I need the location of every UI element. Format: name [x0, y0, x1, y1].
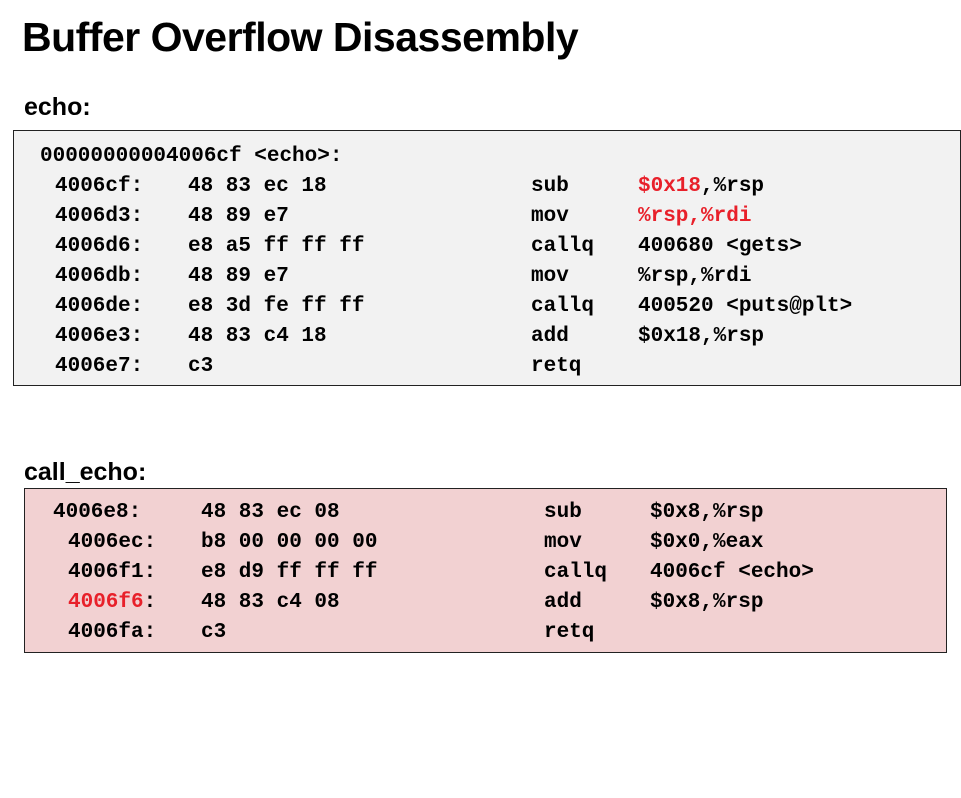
opcode-bytes: e8 d9 ff ff ff — [201, 561, 378, 584]
operand-rest: 400680 <gets> — [638, 235, 802, 258]
opcode-bytes: 48 83 ec 18 — [188, 175, 327, 198]
call-echo-section-label: call_echo: — [24, 458, 147, 486]
address-text: 4006ec: — [68, 531, 157, 554]
address: 4006f6: — [68, 588, 156, 618]
mnemonic: sub — [544, 501, 582, 524]
address-highlight: 4006f6 — [68, 591, 144, 614]
address-text: 4006fa: — [68, 621, 157, 644]
operands: $0x18,%rsp — [638, 172, 764, 202]
echo-line-3: 4006d6: e8 a5 ff ff ff callq 400680 <get… — [55, 232, 945, 262]
call-echo-line-2: 4006ec: b8 00 00 00 00 mov $0x0,%eax — [68, 528, 933, 558]
mnemonic: add — [531, 325, 569, 348]
echo-line-5: 4006de: e8 3d fe ff ff callq 400520 <put… — [55, 292, 945, 322]
address: 4006cf: — [55, 175, 144, 198]
mnemonic: add — [544, 591, 582, 614]
address: 4006d6: — [55, 235, 144, 258]
mnemonic: callq — [544, 561, 608, 584]
address-text: 4006e8: — [53, 501, 142, 524]
operands: %rsp,%rdi — [638, 202, 751, 232]
opcode-bytes: e8 3d fe ff ff — [188, 295, 365, 318]
operand-highlight: %rsp,%rdi — [638, 205, 752, 228]
echo-disassembly-box: 00000000004006cf <echo>: 4006cf: 48 83 e… — [13, 130, 961, 386]
operands: $0x0,%eax — [650, 531, 764, 554]
echo-line-1: 4006cf: 48 83 ec 18 sub $0x18,%rsp — [55, 172, 945, 202]
operands: 400680 <gets> — [638, 232, 802, 262]
mnemonic: mov — [544, 531, 582, 554]
opcode-bytes: 48 89 e7 — [188, 205, 289, 228]
opcode-bytes: 48 83 c4 08 — [201, 591, 340, 614]
mnemonic: mov — [531, 205, 569, 228]
echo-line-2: 4006d3: 48 89 e7 mov %rsp,%rdi — [55, 202, 945, 232]
echo-function-header: 00000000004006cf <echo>: — [40, 145, 343, 168]
address: 4006d3: — [55, 205, 144, 228]
operands: $0x8,%rsp — [650, 501, 764, 524]
echo-line-7: 4006e7: c3 retq — [55, 352, 945, 382]
call-echo-disassembly-box: 4006e8: 48 83 ec 08 sub $0x8,%rsp 4006ec… — [24, 488, 947, 653]
address: 4006db: — [55, 265, 144, 288]
operands: 400520 <puts@plt> — [638, 292, 852, 322]
opcode-bytes: e8 a5 ff ff ff — [188, 235, 365, 258]
mnemonic: callq — [531, 235, 595, 258]
echo-line-6: 4006e3: 48 83 c4 18 add $0x18,%rsp — [55, 322, 945, 352]
address: 4006ec: — [68, 528, 156, 558]
opcode-bytes: 48 83 c4 18 — [188, 325, 327, 348]
operands: $0x18,%rsp — [638, 322, 764, 352]
mnemonic: mov — [531, 265, 569, 288]
opcode-bytes: c3 — [188, 355, 214, 378]
operands: %rsp,%rdi — [638, 262, 751, 292]
call-echo-line-3: 4006f1: e8 d9 ff ff ff callq 4006cf <ech… — [68, 558, 933, 588]
mnemonic: retq — [531, 355, 582, 378]
address: 4006de: — [55, 295, 144, 318]
operand-rest: $0x18,%rsp — [638, 325, 765, 348]
call-echo-line-5: 4006fa: c3 retq — [68, 618, 933, 648]
address: 4006f1: — [68, 558, 156, 588]
operand-rest: 400520 <puts@plt> — [638, 295, 853, 318]
call-echo-line-4: 4006f6: 48 83 c4 08 add $0x8,%rsp — [68, 588, 933, 618]
echo-section-label: echo: — [24, 93, 91, 121]
address-text: 4006f1: — [68, 561, 157, 584]
opcode-bytes: b8 00 00 00 00 — [201, 531, 378, 554]
address: 4006e7: — [55, 355, 144, 378]
operands: $0x8,%rsp — [650, 591, 764, 614]
echo-line-4: 4006db: 48 89 e7 mov %rsp,%rdi — [55, 262, 945, 292]
opcode-bytes: 48 83 ec 08 — [201, 501, 340, 524]
operand-rest: %rsp,%rdi — [638, 265, 752, 288]
opcode-bytes: c3 — [201, 621, 227, 644]
mnemonic: retq — [544, 621, 595, 644]
address: 4006fa: — [68, 618, 156, 648]
operands: 4006cf <echo> — [650, 561, 814, 584]
address: 4006e3: — [55, 325, 144, 348]
mnemonic: sub — [531, 175, 569, 198]
call-echo-line-1: 4006e8: 48 83 ec 08 sub $0x8,%rsp — [53, 498, 933, 528]
operand-highlight: $0x18 — [638, 175, 702, 198]
mnemonic: callq — [531, 295, 595, 318]
page-title: Buffer Overflow Disassembly — [22, 14, 579, 60]
opcode-bytes: 48 89 e7 — [188, 265, 289, 288]
address-suffix: : — [143, 591, 157, 614]
operand-rest: ,%rsp — [701, 175, 765, 198]
address: 4006e8: — [53, 498, 141, 528]
